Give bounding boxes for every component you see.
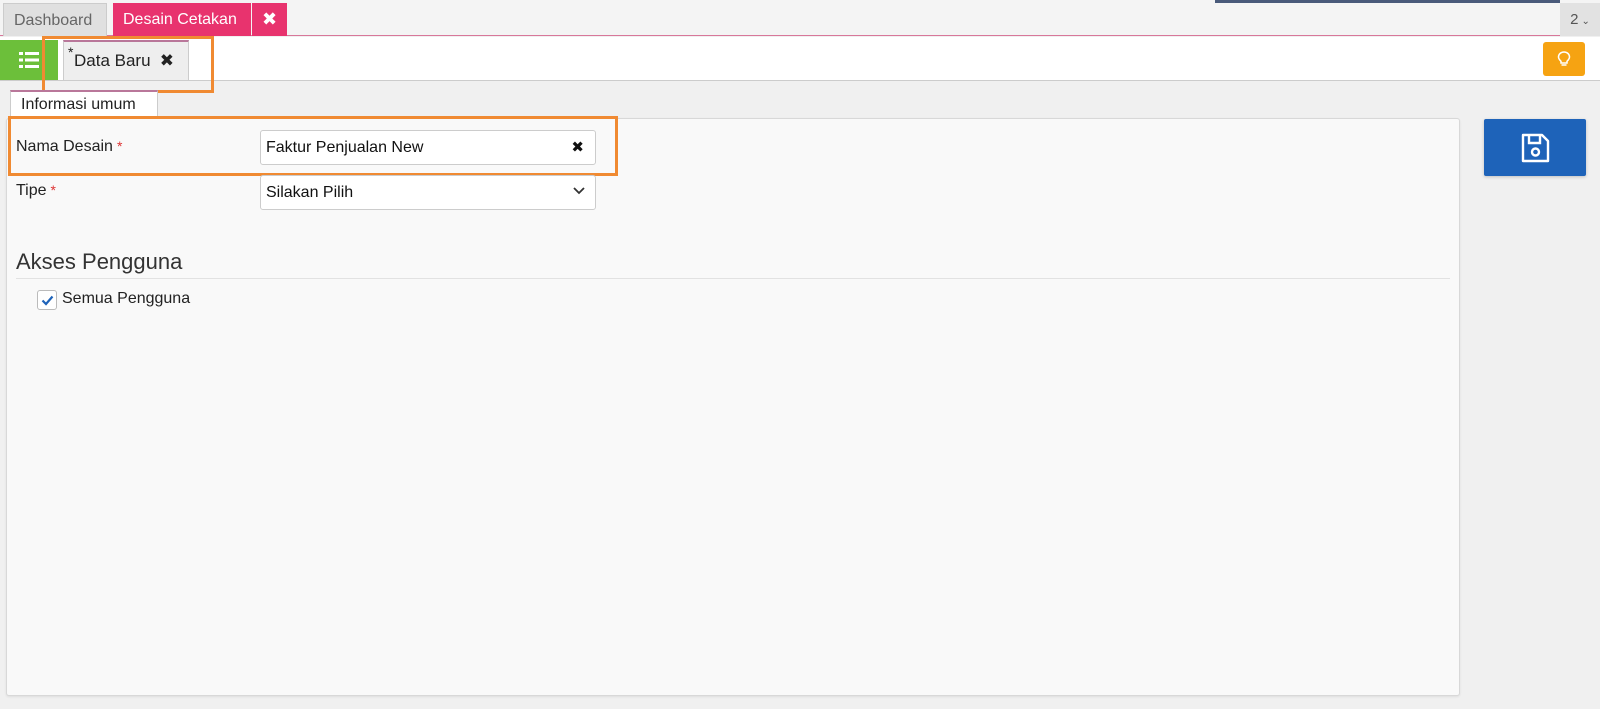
tab-informasi-umum[interactable]: Informasi umum — [10, 90, 158, 119]
tipe-label: Tipe * — [16, 182, 56, 200]
akses-pengguna-heading: Akses Pengguna — [16, 249, 183, 274]
semua-pengguna-label: Semua Pengguna — [62, 290, 191, 307]
tab-desain-cetakan[interactable]: Desain Cetakan — [113, 3, 251, 36]
highlight-box-nama-desain — [8, 116, 618, 176]
hint-button[interactable] — [1543, 42, 1585, 76]
save-button[interactable] — [1484, 119, 1586, 176]
tipe-selected-value: Silakan Pilih — [266, 184, 354, 201]
required-mark: * — [50, 182, 56, 198]
document-toolbar: * Data Baru ✖ — [0, 37, 1600, 81]
close-tab-desain-cetakan-button[interactable]: ✖ — [252, 3, 287, 36]
check-icon — [41, 295, 53, 306]
chevron-down-icon — [573, 187, 585, 195]
top-tab-bar: Dashboard Desain Cetakan ✖ 2 ⌄ — [0, 0, 1600, 36]
tab-dashboard[interactable]: Dashboard — [3, 3, 107, 36]
open-tabs-dropdown[interactable]: 2 ⌄ — [1560, 3, 1600, 36]
tipe-label-text: Tipe — [16, 182, 47, 199]
semua-pengguna-checkbox[interactable] — [37, 290, 57, 310]
chevron-down-icon: ⌄ — [1581, 16, 1590, 27]
topbar-decoration — [1215, 0, 1560, 3]
close-icon: ✖ — [261, 9, 278, 29]
list-icon — [19, 52, 39, 68]
lightbulb-icon — [1557, 51, 1571, 66]
highlight-box-data-baru — [42, 36, 214, 93]
divider — [16, 278, 1450, 279]
floppy-disk-icon — [1521, 133, 1550, 162]
open-tabs-count: 2 — [1570, 11, 1579, 28]
form-panel — [6, 118, 1460, 696]
tipe-select[interactable]: Silakan Pilih — [260, 175, 596, 210]
